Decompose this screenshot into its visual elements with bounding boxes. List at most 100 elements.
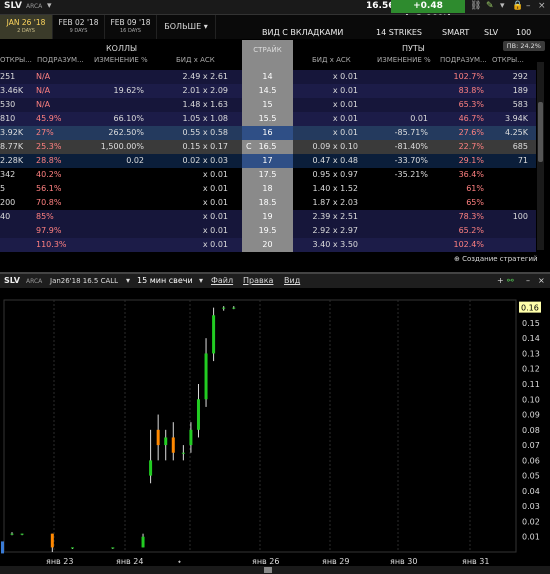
call-change-pct[interactable]: 66.10% [92, 112, 144, 126]
call-implied-vol[interactable]: 28.8% [36, 154, 84, 168]
put-change-pct[interactable]: -85.71% [372, 126, 428, 140]
call-open-interest[interactable]: 3.46K [0, 84, 30, 98]
call-bid-ask[interactable]: x 0.01 [160, 196, 228, 210]
table-row[interactable]: 5 56.1% x 0.01 18 1.40 x 1.52 61% [0, 182, 536, 196]
put-bid-ask[interactable]: x 0.01 [300, 112, 358, 126]
col-calls-bidask[interactable]: БИД x АСК [176, 56, 215, 64]
put-bid-ask[interactable]: x 0.01 [300, 70, 358, 84]
call-bid-ask[interactable]: 0.02 x 0.03 [160, 154, 228, 168]
close-icon[interactable]: × [538, 276, 545, 285]
put-bid-ask[interactable]: x 0.01 [300, 126, 358, 140]
menu-file[interactable]: Файл [211, 276, 233, 285]
lock-icon[interactable]: 🔒 [512, 0, 523, 13]
call-bid-ask[interactable]: 2.49 x 2.61 [160, 70, 228, 84]
edit-icon[interactable]: ✎ [486, 0, 494, 13]
table-row[interactable]: 2.28K 28.8% 0.02 0.02 x 0.03 17 0.47 x 0.48 -3… [0, 154, 536, 168]
call-change-pct[interactable]: 1,500.00% [92, 140, 144, 154]
table-row[interactable]: 40 85% x 0.01 19 2.39 x 2.51 78.3% 100 [0, 210, 536, 224]
call-bid-ask[interactable]: 0.15 x 0.17 [160, 140, 228, 154]
chain-scrollbar[interactable] [537, 62, 544, 250]
col-calls-change[interactable]: ИЗМЕНЕНИЕ % [94, 56, 148, 64]
put-open-interest[interactable]: 71 [492, 154, 528, 168]
table-row[interactable]: 3.92K 27% 262.50% 0.55 x 0.58 16 x 0.01 -85.71… [0, 126, 536, 140]
put-change-pct[interactable]: -33.70% [372, 154, 428, 168]
put-implied-vol[interactable]: 36.4% [440, 168, 484, 182]
call-bid-ask[interactable]: x 0.01 [160, 210, 228, 224]
put-implied-vol[interactable]: 27.6% [440, 126, 484, 140]
put-open-interest[interactable]: 583 [492, 98, 528, 112]
call-implied-vol[interactable]: 70.8% [36, 196, 84, 210]
call-implied-vol[interactable]: 27% [36, 126, 84, 140]
link-icon[interactable]: ⚯ [507, 276, 514, 285]
call-open-interest[interactable]: 200 [0, 196, 30, 210]
dropdown-icon[interactable]: ▾ [47, 0, 52, 13]
tab-expiry-feb09[interactable]: FEB 09 '18 16 DAYS [105, 15, 157, 39]
put-bid-ask[interactable]: 2.92 x 2.97 [300, 224, 358, 238]
put-bid-ask[interactable]: 0.95 x 0.97 [300, 168, 358, 182]
put-bid-ask[interactable]: 0.09 x 0.10 [300, 140, 358, 154]
close-icon[interactable]: × [538, 0, 546, 13]
strike-value[interactable]: 19.5 [242, 224, 293, 238]
call-open-interest[interactable]: 251 [0, 70, 30, 84]
put-change-pct[interactable]: 0.01 [372, 112, 428, 126]
call-bid-ask[interactable]: x 0.01 [160, 224, 228, 238]
put-bid-ask[interactable]: 3.40 x 3.50 [300, 238, 358, 252]
put-implied-vol[interactable]: 65% [440, 196, 484, 210]
more-icon[interactable]: ▾ [500, 0, 505, 13]
put-change-pct[interactable]: -35.21% [372, 168, 428, 182]
call-bid-ask[interactable]: 1.48 x 1.63 [160, 98, 228, 112]
strike-value[interactable]: 17 [242, 154, 293, 168]
interval-select[interactable]: 15 мин свечи [137, 276, 193, 285]
call-open-interest[interactable]: 810 [0, 112, 30, 126]
put-bid-ask[interactable]: x 0.01 [300, 84, 358, 98]
call-implied-vol[interactable]: 97.9% [36, 224, 84, 238]
strike-value[interactable]: 17.5 [242, 168, 293, 182]
strike-value[interactable]: 16 [242, 126, 293, 140]
menu-edit[interactable]: Правка [243, 276, 273, 285]
view-mode-button[interactable]: ВИД С ВКЛАДКАМИ [262, 28, 343, 37]
tab-expiry-feb02[interactable]: FEB 02 '18 9 DAYS [53, 15, 105, 39]
put-bid-ask[interactable]: x 0.01 [300, 98, 358, 112]
table-row[interactable]: 810 45.9% 66.10% 1.05 x 1.08 15.5 x 0.01 0.01 4… [0, 112, 536, 126]
minimize-icon[interactable]: – [526, 276, 530, 285]
put-bid-ask[interactable]: 0.47 x 0.48 [300, 154, 358, 168]
minimize-icon[interactable]: – [526, 0, 531, 13]
put-implied-vol[interactable]: 102.4% [440, 238, 484, 252]
chevron-down-icon[interactable]: ▾ [126, 276, 130, 285]
strikes-count-button[interactable]: 14 STRIKES [376, 28, 422, 37]
put-implied-vol[interactable]: 29.1% [440, 154, 484, 168]
call-bid-ask[interactable]: x 0.01 [160, 168, 228, 182]
table-row[interactable]: 8.77K 25.3% 1,500.00% 0.15 x 0.17 16.5 0.09 x… [0, 140, 536, 154]
strike-value[interactable]: 19 [242, 210, 293, 224]
call-open-interest[interactable]: 5 [0, 182, 30, 196]
call-implied-vol[interactable]: N/A [36, 98, 84, 112]
call-implied-vol[interactable]: 85% [36, 210, 84, 224]
more-expiries-button[interactable]: БОЛЬШЕ ▾ [157, 15, 216, 39]
create-strategy-button[interactable]: ⊕ Создание стратегий [454, 255, 538, 263]
scrollbar-thumb[interactable] [538, 102, 543, 162]
call-open-interest[interactable]: 40 [0, 210, 30, 224]
table-row[interactable]: 251 N/A 2.49 x 2.61 14 x 0.01 102.7% 292 [0, 70, 536, 84]
price-chart[interactable]: 0.01 0.02 0.03 0.04 0.05 0.06 0.07 0.08 0.09 0.10… [0, 288, 550, 574]
strike-value[interactable]: 15.5 [242, 112, 293, 126]
call-implied-vol[interactable]: 45.9% [36, 112, 84, 126]
chevron-down-icon[interactable]: ▾ [199, 276, 203, 285]
col-puts-open[interactable]: ОТКРЫ... [492, 56, 524, 64]
table-row[interactable]: 342 40.2% x 0.01 17.5 0.95 x 0.97 -35.21% 36.4… [0, 168, 536, 182]
put-implied-vol[interactable]: 83.8% [440, 84, 484, 98]
call-implied-vol[interactable]: 56.1% [36, 182, 84, 196]
call-open-interest[interactable]: 342 [0, 168, 30, 182]
strike-value[interactable]: 18 [242, 182, 293, 196]
call-implied-vol[interactable]: 40.2% [36, 168, 84, 182]
strike-value[interactable]: 15 [242, 98, 293, 112]
put-open-interest[interactable]: 100 [492, 210, 528, 224]
table-row[interactable]: 3.46K N/A 19.62% 2.01 x 2.09 14.5 x 0.01 83.8%… [0, 84, 536, 98]
table-row[interactable]: 97.9% x 0.01 19.5 2.92 x 2.97 65.2% [0, 224, 536, 238]
put-bid-ask[interactable]: 2.39 x 2.51 [300, 210, 358, 224]
call-change-pct[interactable]: 0.02 [92, 154, 144, 168]
put-bid-ask[interactable]: 1.87 x 2.03 [300, 196, 358, 210]
put-open-interest[interactable]: 4.25K [492, 126, 528, 140]
put-implied-vol[interactable]: 65.2% [440, 224, 484, 238]
strike-value[interactable]: 20 [242, 238, 293, 252]
call-implied-vol[interactable]: 25.3% [36, 140, 84, 154]
